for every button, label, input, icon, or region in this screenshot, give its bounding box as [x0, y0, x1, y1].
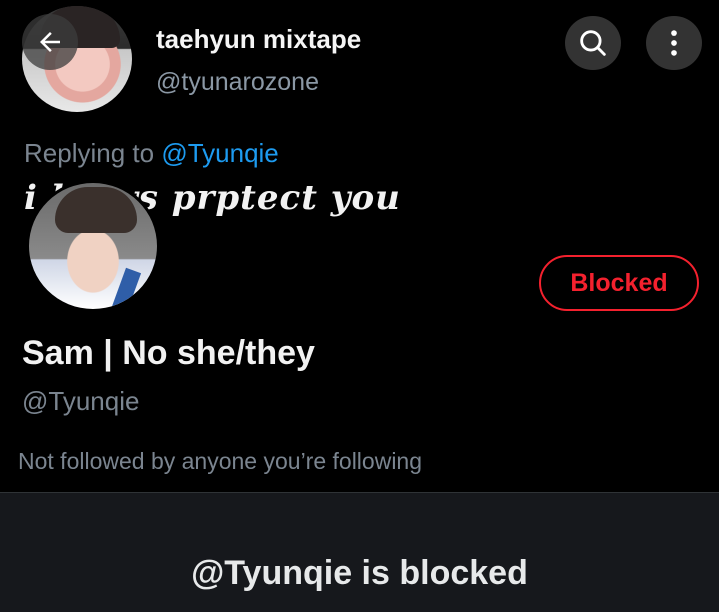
more-options-button[interactable]: [646, 16, 702, 70]
profile-handle: @Tyunqie: [22, 386, 140, 416]
search-button[interactable]: [565, 16, 621, 70]
blocked-button[interactable]: Blocked: [539, 255, 699, 311]
back-button[interactable]: [22, 14, 78, 70]
replying-to-line: Replying to @Tyunqie: [24, 138, 279, 169]
arrow-left-icon: [40, 32, 60, 52]
blocked-notice-title: @Tyunqie is blocked: [191, 554, 528, 592]
blocked-panel: [0, 493, 719, 612]
profile-display-name: Sam | No she/they: [22, 334, 315, 372]
replying-mention-link[interactable]: @Tyunqie: [161, 138, 278, 168]
replying-prefix: Replying to: [24, 138, 162, 168]
tweet-author-handle: @tyunarozone: [156, 68, 319, 96]
search-icon: [580, 30, 606, 56]
more-vertical-icon: [671, 30, 677, 56]
tweet-author-name[interactable]: taehyun mixtape: [156, 24, 361, 55]
profile-avatar[interactable]: [26, 180, 160, 312]
followed-by-status: Not followed by anyone you’re following: [18, 448, 423, 474]
